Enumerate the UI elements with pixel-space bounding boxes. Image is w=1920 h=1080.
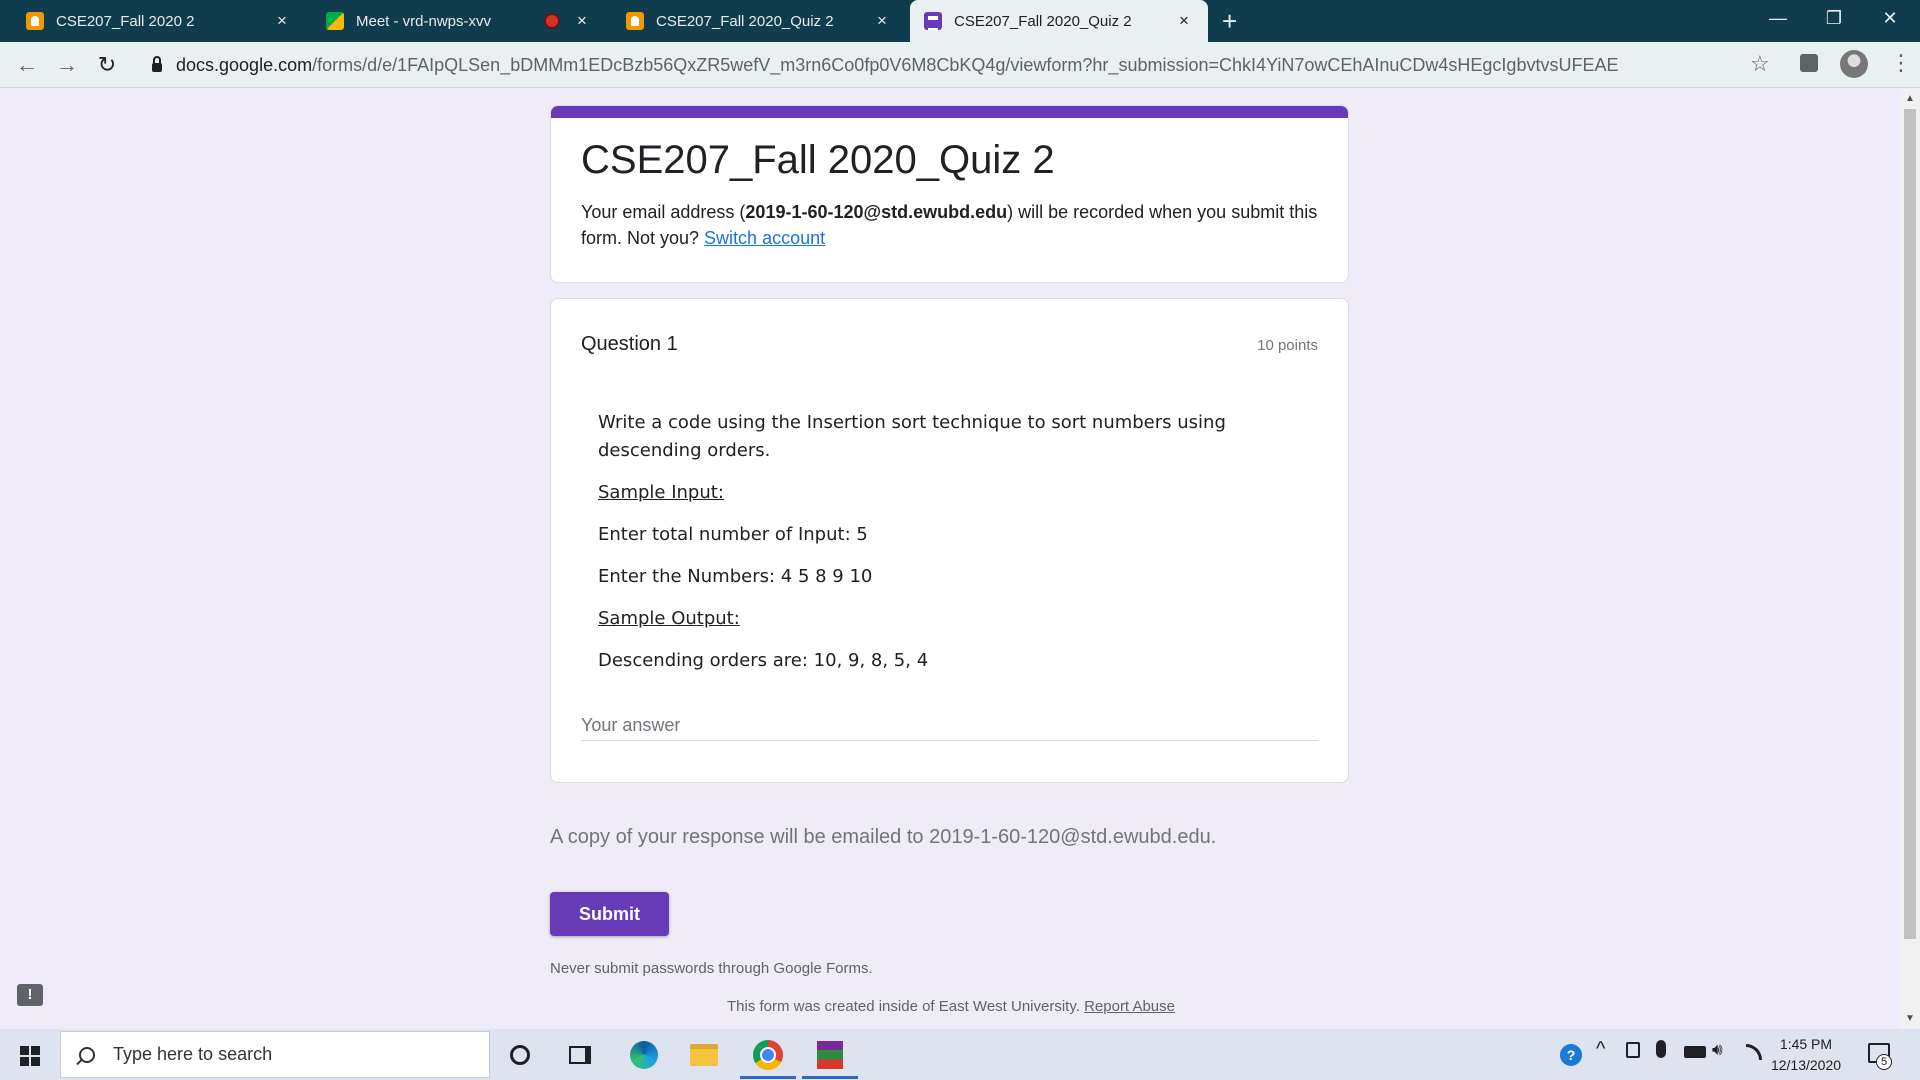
scroll-down-icon[interactable]: ▼ — [1905, 1013, 1915, 1024]
profile-avatar[interactable] — [1840, 50, 1868, 78]
url-text: docs.google.com/forms/d/e/1FAIpQLSen_bDM… — [176, 55, 1618, 76]
scroll-up-icon[interactable]: ▲ — [1905, 93, 1915, 104]
question-card: Question 1 10 points Write a code using … — [550, 298, 1349, 783]
tab-title: Meet - vrd-nwps-xvv — [356, 12, 492, 30]
notification-count-badge: 5 — [1876, 1054, 1892, 1070]
email-prefix: Your email address ( — [581, 202, 746, 222]
form-footer: This form was created inside of East Wes… — [727, 998, 1175, 1015]
sample-output-line: Descending orders are: 10, 9, 8, 5, 4 — [598, 650, 929, 671]
winrar-active-indicator — [802, 1076, 858, 1079]
sample-input-line: Enter total number of Input: 5 — [598, 524, 868, 545]
sample-output-heading: Sample Output: — [598, 608, 740, 629]
browser-menu-icon[interactable]: ⋮ — [1890, 50, 1912, 76]
page-scrollbar[interactable]: ▲ ▼ — [1900, 89, 1920, 1029]
switch-account-link[interactable]: Switch account — [704, 228, 825, 248]
feedback-icon[interactable]: ! — [17, 984, 43, 1006]
extensions-icon[interactable] — [1800, 54, 1818, 72]
windows-start-icon[interactable] — [20, 1046, 40, 1066]
forms-icon — [924, 12, 942, 30]
clock-date: 12/13/2020 — [1770, 1057, 1842, 1073]
tab-slides-2[interactable]: CSE207_Fall 2020_Quiz 2 × — [612, 0, 906, 42]
question-text: Write a code using the Insertion sort te… — [598, 412, 1226, 461]
tab-close-icon[interactable]: × — [1174, 11, 1194, 31]
slides-icon — [26, 12, 44, 30]
slides-icon — [626, 12, 644, 30]
tab-forms-active[interactable]: CSE207_Fall 2020_Quiz 2 × — [910, 0, 1208, 42]
volume-icon[interactable]: 🔊︎ — [1712, 1040, 1723, 1060]
search-placeholder: Type here to search — [113, 1044, 273, 1064]
recording-icon — [546, 15, 558, 27]
scroll-thumb[interactable] — [1904, 109, 1916, 939]
address-bar[interactable]: docs.google.com/forms/d/e/1FAIpQLSen_bDM… — [140, 48, 1780, 82]
back-button[interactable]: ← — [14, 52, 40, 78]
sample-input-line: Enter the Numbers: 4 5 8 9 10 — [598, 566, 873, 587]
email-notice: Your email address (2019-1-60-120@std.ew… — [581, 199, 1318, 251]
tab-title: CSE207_Fall 2020_Quiz 2 — [656, 12, 834, 30]
tab-close-icon[interactable]: × — [272, 11, 292, 31]
password-warning: Never submit passwords through Google Fo… — [550, 960, 873, 977]
created-by-text: This form was created inside of East Wes… — [727, 998, 1080, 1015]
tab-slides-1[interactable]: CSE207_Fall 2020 2 × — [12, 0, 306, 42]
tab-title: CSE207_Fall 2020_Quiz 2 — [954, 12, 1132, 30]
meet-present-icon[interactable] — [1626, 1042, 1640, 1058]
winrar-icon[interactable] — [806, 1031, 854, 1079]
battery-icon[interactable] — [1684, 1046, 1706, 1058]
email-address: 2019-1-60-120@std.ewubd.edu — [745, 202, 1008, 222]
minimize-button[interactable]: — — [1750, 0, 1806, 36]
tab-close-icon[interactable]: × — [872, 11, 892, 31]
lock-icon — [152, 55, 162, 72]
url-path: /forms/d/e/1FAIpQLSen_bDMMm1EDcBzb56QxZR… — [312, 54, 1619, 75]
question-body: Write a code using the Insertion sort te… — [598, 409, 1318, 689]
form-accent-bar — [551, 106, 1348, 118]
edge-icon[interactable] — [620, 1031, 668, 1079]
chrome-icon[interactable] — [744, 1031, 792, 1079]
tray-chevron-icon[interactable]: ^ — [1596, 1038, 1605, 1061]
taskbar-clock[interactable]: 1:45 PM 12/13/2020 — [1768, 1034, 1844, 1076]
window-close-button[interactable]: ✕ — [1862, 0, 1918, 36]
question-points: 10 points — [1257, 337, 1318, 354]
new-tab-button[interactable]: + — [1222, 6, 1237, 37]
taskbar-search-box[interactable]: Type here to search — [60, 1031, 490, 1078]
sample-input-heading: Sample Input: — [598, 482, 724, 503]
url-host: docs.google.com — [176, 54, 313, 75]
restore-button[interactable]: ❐ — [1806, 0, 1862, 36]
tab-close-icon[interactable]: × — [572, 11, 592, 31]
task-view-icon[interactable] — [556, 1031, 604, 1079]
form-header-card: CSE207_Fall 2020_Quiz 2 Your email addre… — [550, 105, 1349, 283]
bookmark-star-icon[interactable]: ☆ — [1750, 51, 1770, 77]
search-icon — [79, 1046, 95, 1063]
tab-title: CSE207_Fall 2020 2 — [56, 12, 195, 30]
microphone-icon[interactable] — [1656, 1040, 1666, 1058]
response-copy-note: A copy of your response will be emailed … — [550, 826, 1217, 848]
meet-icon — [326, 12, 344, 30]
help-icon[interactable]: ? — [1560, 1044, 1582, 1066]
answer-input[interactable]: Your answer — [581, 715, 1318, 741]
reload-button[interactable]: ↻ — [94, 52, 120, 78]
submit-button[interactable]: Submit — [550, 892, 669, 936]
cortana-icon[interactable] — [496, 1031, 544, 1079]
chrome-active-indicator — [740, 1076, 796, 1079]
forward-button[interactable]: → — [54, 52, 80, 78]
question-title: Question 1 — [581, 333, 678, 355]
clock-time: 1:45 PM — [1779, 1036, 1833, 1052]
browser-toolbar: ← → ↻ docs.google.com/forms/d/e/1FAIpQLS… — [0, 42, 1920, 88]
report-abuse-link[interactable]: Report Abuse — [1084, 998, 1175, 1015]
tab-meet[interactable]: Meet - vrd-nwps-xvv × — [312, 0, 606, 42]
file-explorer-icon[interactable] — [680, 1031, 728, 1079]
form-title: CSE207_Fall 2020_Quiz 2 — [581, 138, 1055, 182]
tab-strip: CSE207_Fall 2020 2 × Meet - vrd-nwps-xvv… — [0, 0, 1920, 42]
